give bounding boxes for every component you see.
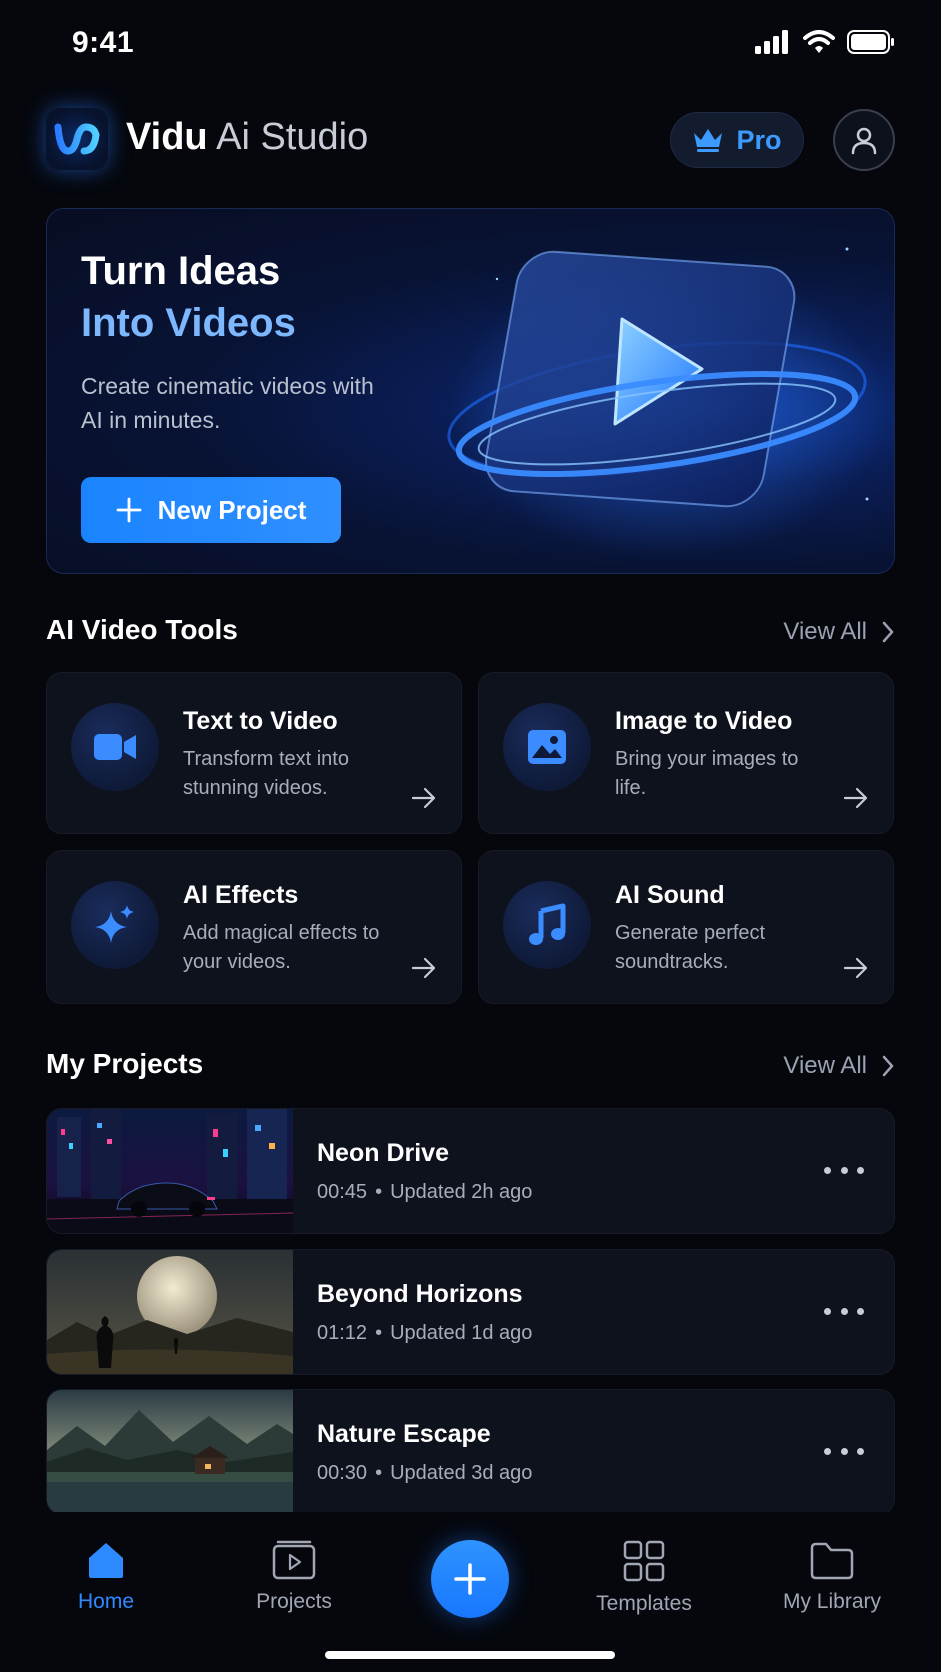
meta-separator-dot: • <box>375 1181 383 1203</box>
video-camera-icon <box>94 734 136 760</box>
new-project-label: New Project <box>157 494 307 525</box>
project-title: Neon Drive <box>317 1139 449 1167</box>
tool-card-text-to-video[interactable]: Text to Video Transform text into stunni… <box>46 672 462 834</box>
app-header: Vidu Ai Studio Pro <box>46 104 895 172</box>
tool-title: Text to Video <box>183 707 338 735</box>
app-title: Vidu Ai Studio <box>126 116 368 159</box>
tool-desc: Add magical effects to your videos. <box>183 922 380 973</box>
crown-icon <box>694 129 723 152</box>
tool-title: Image to Video <box>615 707 793 735</box>
signal-icon <box>755 30 788 54</box>
meta-separator-dot: • <box>375 1322 383 1344</box>
project-row-beyond-horizons[interactable]: Beyond Horizons 01:12 • Updated 1d ago <box>46 1249 895 1375</box>
logo-v-icon <box>54 123 100 155</box>
status-icons <box>755 30 895 54</box>
tool-desc: Transform text into stunning videos. <box>183 748 349 799</box>
hero-banner: Turn Ideas Into Videos Create cinematic … <box>46 208 895 574</box>
new-project-button[interactable]: New Project <box>81 477 341 543</box>
tool-card-ai-effects[interactable]: AI Effects Add magical effects to your v… <box>46 850 462 1004</box>
wifi-icon <box>803 30 835 53</box>
project-thumbnail <box>47 1390 293 1514</box>
project-duration: 00:45 <box>317 1181 368 1203</box>
app-logo <box>46 108 108 170</box>
chevron-right-icon <box>882 621 894 643</box>
arrow-right-icon <box>843 787 868 809</box>
arrow-right-icon <box>411 957 436 979</box>
project-thumbnail <box>47 1250 293 1374</box>
tools-section-title: AI Video Tools <box>46 614 238 645</box>
nav-item-home[interactable]: Home <box>36 1540 176 1614</box>
tool-icon-bg <box>71 703 159 791</box>
view-all-label: View All <box>783 618 867 645</box>
sparkle-icon <box>95 905 134 943</box>
nav-label: Projects <box>256 1590 332 1613</box>
chevron-right-icon <box>882 1055 894 1077</box>
music-note-icon <box>529 903 566 945</box>
status-bar: 9:41 <box>0 0 941 90</box>
nav-item-my-library[interactable]: My Library <box>762 1540 902 1614</box>
projects-section-title: My Projects <box>46 1048 204 1079</box>
tool-icon-bg <box>503 881 591 969</box>
arrow-right-icon <box>843 957 868 979</box>
pro-label: Pro <box>736 124 782 155</box>
tool-title: AI Sound <box>615 881 725 909</box>
tools-view-all-link[interactable]: View All <box>783 618 895 646</box>
image-icon <box>528 730 566 764</box>
view-all-label: View All <box>783 1052 867 1079</box>
status-time: 9:41 <box>72 26 135 59</box>
tool-desc: Bring your images to life. <box>615 748 799 799</box>
tool-icon-bg <box>71 881 159 969</box>
nav-label: My Library <box>782 1590 882 1613</box>
more-options-icon[interactable] <box>824 1296 864 1326</box>
project-meta: 00:30 • Updated 3d ago <box>317 1462 532 1485</box>
battery-icon <box>847 30 894 54</box>
tool-desc: Generate perfect soundtracks. <box>615 922 766 973</box>
hero-title-line1: Turn Ideas <box>81 249 281 293</box>
app-title-bold: Vidu <box>126 116 208 158</box>
grid-icon <box>623 1540 665 1582</box>
project-thumbnail <box>47 1109 293 1233</box>
tool-icon-bg <box>503 703 591 791</box>
arrow-right-icon <box>411 787 436 809</box>
project-title: Beyond Horizons <box>317 1280 523 1308</box>
home-icon <box>89 1543 123 1578</box>
project-row-neon-drive[interactable]: Neon Drive 00:45 • Updated 2h ago <box>46 1108 895 1234</box>
hero-subtitle: Create cinematic videos with AI in minut… <box>81 373 374 433</box>
project-title: Nature Escape <box>317 1420 491 1448</box>
more-options-icon[interactable] <box>824 1436 864 1466</box>
nav-item-projects[interactable]: Projects <box>224 1540 364 1614</box>
tool-card-image-to-video[interactable]: Image to Video Bring your images to life… <box>478 672 894 834</box>
project-meta: 00:45 • Updated 2h ago <box>317 1181 532 1204</box>
tool-card-ai-sound[interactable]: AI Sound Generate perfect soundtracks. <box>478 850 894 1004</box>
video-frame-icon <box>272 1540 316 1580</box>
hero-title-line2: Into Videos <box>81 301 296 345</box>
pro-button[interactable]: Pro <box>670 112 804 168</box>
tool-title: AI Effects <box>183 881 299 909</box>
folder-icon <box>810 1542 854 1580</box>
nav-label: Templates <box>596 1592 692 1615</box>
app-title-light: Ai Studio <box>216 116 369 158</box>
project-updated: Updated 1d ago <box>390 1322 533 1344</box>
plus-icon <box>116 497 141 523</box>
nav-label: Home <box>77 1590 135 1613</box>
project-duration: 01:12 <box>317 1322 368 1344</box>
meta-separator-dot: • <box>375 1462 383 1484</box>
profile-button[interactable] <box>833 109 895 171</box>
more-options-icon[interactable] <box>824 1155 864 1185</box>
nav-item-templates[interactable]: Templates <box>574 1540 714 1616</box>
bottom-nav: Home Projects Templates My Library <box>0 1512 941 1672</box>
projects-view-all-link[interactable]: View All <box>783 1052 895 1080</box>
play-button-illustration <box>447 247 887 559</box>
project-meta: 01:12 • Updated 1d ago <box>317 1322 532 1345</box>
project-duration: 00:30 <box>317 1462 368 1484</box>
project-updated: Updated 2h ago <box>390 1181 533 1203</box>
create-fab-button[interactable] <box>431 1540 509 1618</box>
home-indicator <box>325 1651 615 1659</box>
project-row-nature-escape[interactable]: Nature Escape 00:30 • Updated 3d ago <box>46 1389 895 1515</box>
user-icon <box>851 127 877 155</box>
project-updated: Updated 3d ago <box>390 1462 533 1484</box>
plus-icon <box>454 1563 486 1595</box>
